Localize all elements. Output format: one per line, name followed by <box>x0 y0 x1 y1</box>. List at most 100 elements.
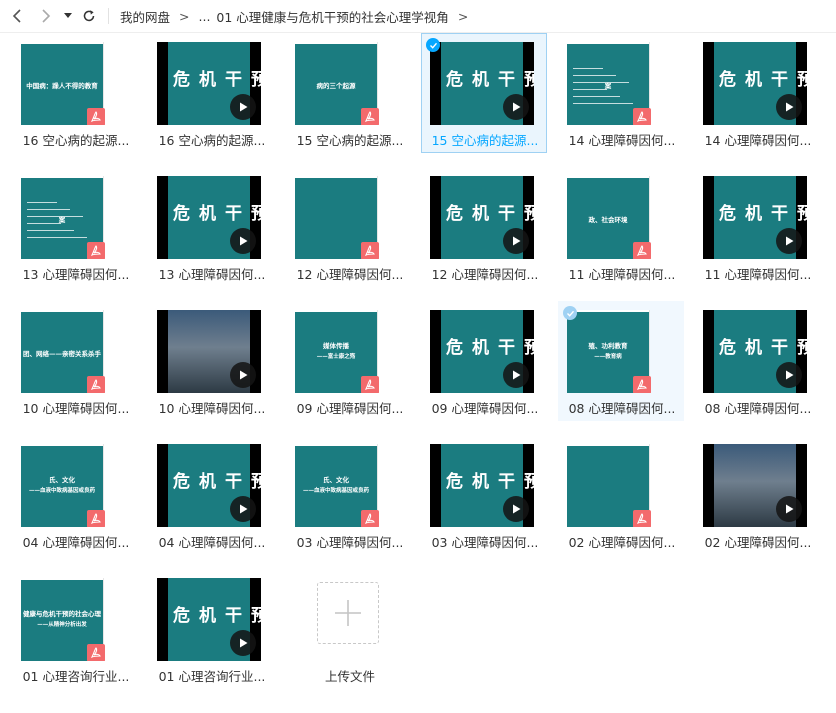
file-name: 上传文件 <box>324 669 375 684</box>
video-title-text: 危机干预 <box>173 70 261 90</box>
refresh-button[interactable] <box>79 0 99 32</box>
pdf-thumbnail: 案 <box>21 176 125 259</box>
file-tile[interactable]: 危机干预 03 心理障碍因何... <box>421 435 547 555</box>
slide-top-bar <box>21 310 103 312</box>
file-tile[interactable]: 媒体传播 ——富士康之殇 09 心理障碍因何... <box>286 301 412 421</box>
upload-button[interactable] <box>317 582 379 644</box>
video-thumbnail: 危机干预 <box>430 42 534 125</box>
slide-title: 健康与危机干预的社会心理 <box>23 610 101 618</box>
chevron-left-icon <box>12 9 21 23</box>
video-preview: 危机干预 <box>430 444 534 527</box>
file-name: 16 空心病的起源... <box>22 133 130 148</box>
slide-text-line <box>27 209 70 210</box>
checked-icon[interactable] <box>426 38 440 52</box>
file-tile[interactable]: 病的三个起源 15 空心病的起源... <box>286 33 412 153</box>
pdf-icon <box>633 242 651 259</box>
video-thumbnail <box>703 444 807 527</box>
file-tile[interactable]: 健康与危机干预的社会心理 ——从精神分析出发 01 心理咨询行业... <box>12 569 138 689</box>
file-tile[interactable]: 10 心理障碍因何... <box>148 301 274 421</box>
file-tile[interactable]: 案 13 心理障碍因何... <box>12 167 138 287</box>
file-name: 09 心理障碍因何... <box>296 401 404 416</box>
play-icon <box>776 362 802 388</box>
upload-tile[interactable]: 上传文件 <box>286 569 412 689</box>
video-thumbnail: 危机干预 <box>157 176 261 259</box>
file-name: 02 心理障碍因何... <box>704 535 812 550</box>
file-name: 04 心理障碍因何... <box>22 535 130 550</box>
slide-top-bar <box>295 176 377 178</box>
slide-text-line <box>27 237 87 238</box>
play-icon <box>230 496 256 522</box>
refresh-icon <box>83 10 95 22</box>
slide-text-line <box>573 89 607 90</box>
forward-button[interactable] <box>35 0 57 32</box>
back-button[interactable] <box>6 0 28 32</box>
slide-top-bar <box>295 444 377 446</box>
play-icon <box>503 362 529 388</box>
file-tile[interactable]: 危机干预 01 心理咨询行业... <box>148 569 274 689</box>
history-dropdown-button[interactable] <box>61 0 75 32</box>
toolbar-divider <box>108 8 109 24</box>
file-tile[interactable]: 案 14 心理障碍因何... <box>558 33 684 153</box>
slide-top-bar <box>21 444 103 446</box>
slide-top-bar <box>21 578 103 580</box>
breadcrumb-ellipsis[interactable]: ... <box>199 9 211 24</box>
video-thumbnail: 危机干预 <box>703 42 807 125</box>
file-name: 10 心理障碍因何... <box>22 401 130 416</box>
file-tile[interactable]: 危机干预 13 心理障碍因何... <box>148 167 274 287</box>
play-icon <box>230 630 256 656</box>
file-tile[interactable]: 12 心理障碍因何... <box>286 167 412 287</box>
video-preview: 危机干预 <box>703 176 807 259</box>
file-name: 03 心理障碍因何... <box>431 535 539 550</box>
file-name: 03 心理障碍因何... <box>296 535 404 550</box>
slide-top-bar <box>567 444 649 446</box>
checkbox-icon[interactable] <box>563 306 577 320</box>
file-tile[interactable]: 02 心理障碍因何... <box>694 435 820 555</box>
breadcrumb-current: 01 心理健康与危机干预的社会心理学视角 <box>216 9 449 25</box>
pdf-icon <box>87 242 105 259</box>
slide-title: 氏、文化 <box>49 476 75 484</box>
breadcrumb-root[interactable]: 我的网盘 <box>120 7 170 26</box>
pdf-thumbnail: 病的三个起源 <box>295 42 399 125</box>
file-tile[interactable]: 中国病：躁人不得的教育 16 空心病的起源... <box>12 33 138 153</box>
pdf-icon <box>633 510 651 527</box>
pdf-icon <box>87 108 105 125</box>
file-tile[interactable]: 危机干预 15 空心病的起源... <box>421 33 547 153</box>
play-icon <box>776 496 802 522</box>
file-tile[interactable]: 氏、文化 ——血液中致病基因或良药 03 心理障碍因何... <box>286 435 412 555</box>
file-tile[interactable]: 危机干预 11 心理障碍因何... <box>694 167 820 287</box>
play-icon <box>230 228 256 254</box>
file-tile[interactable]: 危机干预 14 心理障碍因何... <box>694 33 820 153</box>
file-tile[interactable]: 危机干预 09 心理障碍因何... <box>421 301 547 421</box>
video-preview: 危机干预 <box>430 42 534 125</box>
file-name: 13 心理障碍因何... <box>158 267 266 282</box>
slide-text-line <box>573 96 620 97</box>
file-tile[interactable]: 危机干预 16 空心病的起源... <box>148 33 274 153</box>
pdf-thumbnail: 健康与危机干预的社会心理 ——从精神分析出发 <box>21 578 125 661</box>
pdf-thumbnail: 氏、文化 ——血液中致病基因或良药 <box>295 444 399 527</box>
video-title-text: 危机干预 <box>173 472 261 492</box>
pdf-icon <box>87 644 105 661</box>
file-tile[interactable]: 团、网络——亲密关系杀手 10 心理障碍因何... <box>12 301 138 421</box>
file-name: 08 心理障碍因何... <box>568 401 676 416</box>
slide-text-line <box>27 216 83 217</box>
video-thumbnail: 危机干预 <box>703 310 807 393</box>
file-tile[interactable]: 危机干预 12 心理障碍因何... <box>421 167 547 287</box>
file-tile[interactable]: 氏、文化 ——血液中致病基因或良药 04 心理障碍因何... <box>12 435 138 555</box>
video-preview: 危机干预 <box>157 578 261 661</box>
slide-title: 媒体传播 <box>323 342 349 350</box>
pdf-icon <box>633 108 651 125</box>
file-name: 16 空心病的起源... <box>158 133 266 148</box>
breadcrumb-separator: > <box>179 8 190 24</box>
file-tile[interactable]: 政、社会环境 11 心理障碍因何... <box>558 167 684 287</box>
file-tile[interactable]: 殖、功利教育 ——教育病 08 心理障碍因何... <box>558 301 684 421</box>
pdf-icon <box>633 376 651 393</box>
video-preview: 危机干预 <box>430 176 534 259</box>
file-tile[interactable]: 危机干预 08 心理障碍因何... <box>694 301 820 421</box>
file-name: 13 心理障碍因何... <box>22 267 130 282</box>
video-thumbnail: 危机干预 <box>157 42 261 125</box>
file-tile[interactable]: 02 心理障碍因何... <box>558 435 684 555</box>
video-title-text: 危机干预 <box>719 70 807 90</box>
file-tile[interactable]: 危机干预 04 心理障碍因何... <box>148 435 274 555</box>
file-name: 15 空心病的起源... <box>431 133 539 148</box>
pdf-thumbnail: 氏、文化 ——血液中致病基因或良药 <box>21 444 125 527</box>
